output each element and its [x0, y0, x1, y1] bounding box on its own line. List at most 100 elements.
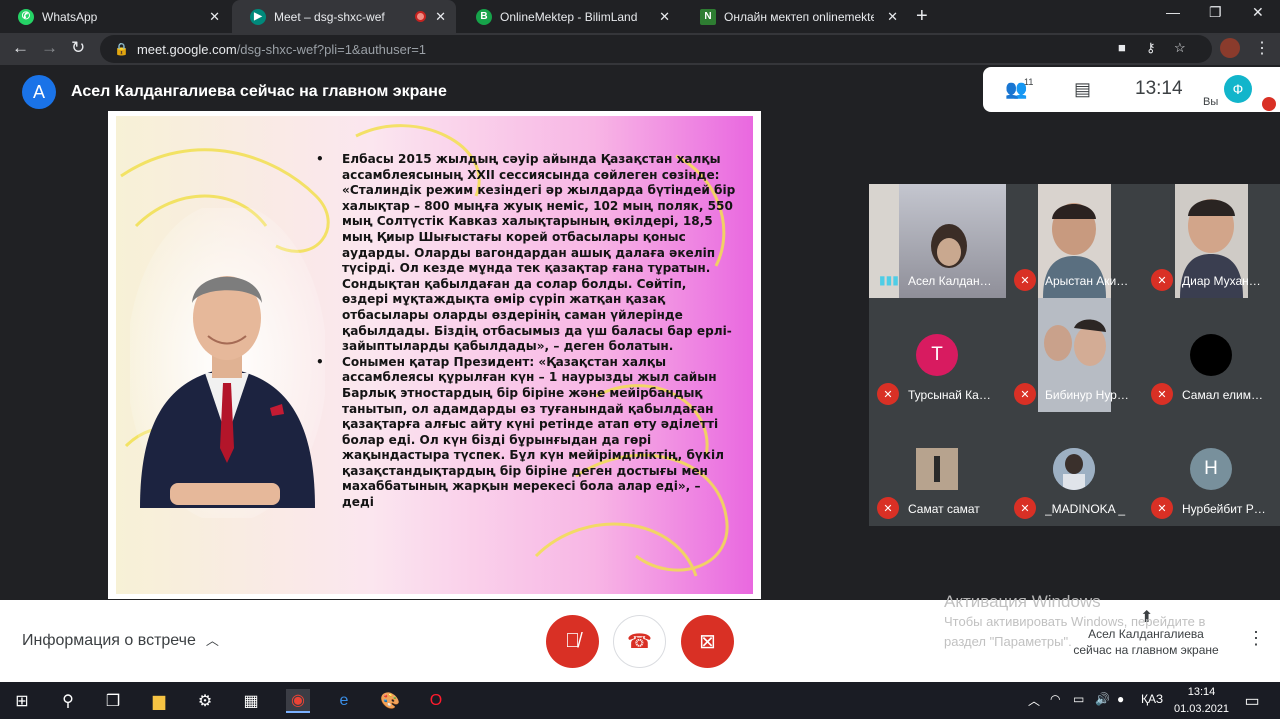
- tray-chevron-up-icon[interactable]: ︿: [1028, 692, 1040, 709]
- lock-icon: 🔒: [114, 42, 129, 56]
- tab-title: OnlineMektep - BilimLand: [500, 9, 638, 24]
- profile-avatar[interactable]: [1220, 38, 1240, 58]
- muted-mic-icon: ✕: [1014, 269, 1036, 291]
- language-indicator[interactable]: ҚАЗ: [1141, 692, 1163, 706]
- self-label: Вы: [1203, 96, 1219, 108]
- battery-icon[interactable]: ▭: [1073, 692, 1084, 706]
- participant-grid: ▮▮▮ Асел Калдан… ✕ Арыстан Аки… ✕ Диар М…: [869, 184, 1280, 526]
- speaking-icon: ▮▮▮: [879, 273, 899, 287]
- participant-tile[interactable]: ✕ _MADINOKA _: [1006, 412, 1143, 526]
- n-icon: N: [700, 8, 716, 25]
- muted-mic-icon: ✕: [1014, 383, 1036, 405]
- watermark-title: Активация Windows: [944, 592, 1101, 611]
- star-icon[interactable]: ☆: [1174, 40, 1186, 56]
- settings-gear-icon[interactable]: ⚙: [193, 689, 217, 713]
- more-vert-icon[interactable]: ⋮: [1254, 38, 1270, 58]
- task-view-icon[interactable]: ❒: [101, 689, 125, 713]
- close-tab-icon[interactable]: ✕: [435, 9, 446, 25]
- maximize-icon[interactable]: ❐: [1209, 4, 1222, 21]
- edge-icon[interactable]: e: [332, 689, 356, 713]
- tab-whatsapp[interactable]: ✆ WhatsApp ✕: [0, 0, 230, 33]
- self-muted-icon: [1262, 97, 1276, 111]
- slide-bullets: Елбасы 2015 жылдың сәуір айында Қазақста…: [316, 152, 736, 511]
- search-icon[interactable]: ⚲: [56, 689, 80, 713]
- hang-up-icon: ☎: [627, 631, 652, 653]
- windows-activation-watermark: Активация Windows Чтобы активировать Win…: [944, 592, 1205, 652]
- participant-tile[interactable]: Т ✕ Турсынай Ка…: [869, 298, 1006, 412]
- close-window-icon[interactable]: ✕: [1252, 4, 1264, 21]
- participant-tile[interactable]: ▮▮▮ Асел Калдан…: [869, 184, 1006, 298]
- more-options-icon[interactable]: ⋮: [1247, 628, 1265, 649]
- meeting-time: 13:14: [1135, 78, 1183, 99]
- meet-icon: ▶: [250, 8, 266, 25]
- tab-title: WhatsApp: [42, 9, 98, 24]
- self-avatar[interactable]: Ф: [1224, 75, 1252, 103]
- leave-call-button[interactable]: ☎: [613, 615, 666, 668]
- tab-meet[interactable]: ▶ Meet – dsg-shxc-wef ✕: [232, 0, 456, 33]
- presentation-slide: Елбасы 2015 жылдың сәуір айында Қазақста…: [116, 116, 753, 594]
- watermark-line-1: Чтобы активировать Windows, перейдите в: [944, 614, 1206, 629]
- chrome-icon[interactable]: ◉: [286, 689, 310, 713]
- tab-bilimland[interactable]: B OnlineMektep - BilimLand ✕: [458, 0, 680, 33]
- key-icon[interactable]: ⚷: [1146, 40, 1156, 56]
- camera-off-icon: ⊠: [699, 631, 716, 653]
- new-tab-icon[interactable]: +: [916, 5, 928, 28]
- participant-avatar: Т: [916, 334, 958, 376]
- minimize-icon[interactable]: —: [1166, 4, 1180, 20]
- tab-title: Онлайн мектеп onlinemektep |: [724, 9, 874, 24]
- back-icon[interactable]: ←: [12, 38, 29, 58]
- url-host: meet.google.com: [136, 41, 237, 57]
- close-tab-icon[interactable]: ✕: [209, 9, 220, 25]
- participant-name: _MADINOKA _: [1045, 502, 1126, 516]
- whatsapp-icon: ✆: [18, 8, 34, 25]
- participant-name: Самат самат: [908, 502, 980, 516]
- store-icon[interactable]: ▦: [239, 689, 263, 713]
- close-tab-icon[interactable]: ✕: [887, 9, 898, 25]
- muted-mic-icon: ✕: [1014, 497, 1036, 519]
- camera-toggle-button[interactable]: ⊠: [681, 615, 734, 668]
- system-clock[interactable]: 13:14 01.03.2021: [1174, 684, 1229, 718]
- tab-onlinemektep[interactable]: N Онлайн мектеп onlinemektep | ✕: [682, 0, 908, 33]
- presenter-avatar: A: [22, 75, 56, 109]
- participant-tile[interactable]: Н ✕ Нурбейбит Р…: [1143, 412, 1280, 526]
- meeting-info-button[interactable]: Информация о встрече ︿: [22, 630, 219, 650]
- bilimland-icon: B: [476, 8, 492, 25]
- antivirus-icon[interactable]: ●: [1117, 692, 1124, 706]
- participant-avatar: [1190, 334, 1232, 376]
- shared-screen: Елбасы 2015 жылдың сәуір айында Қазақста…: [108, 111, 761, 599]
- muted-mic-icon: ✕: [1151, 497, 1173, 519]
- participant-tile[interactable]: ✕ Диар Мухан…: [1143, 184, 1280, 298]
- paint-icon[interactable]: 🎨: [378, 689, 402, 713]
- file-explorer-icon[interactable]: ▆: [147, 689, 171, 713]
- address-bar[interactable]: 🔒 meet.google.com/dsg-shxc-wef?pli=1&aut…: [100, 35, 1212, 63]
- slide-bullet: Елбасы 2015 жылдың сәуір айында Қазақста…: [316, 152, 736, 355]
- participant-count: 11: [1024, 77, 1034, 87]
- windows-start-icon[interactable]: ⊞: [10, 689, 34, 713]
- participant-tile[interactable]: ✕ Самат самат: [869, 412, 1006, 526]
- muted-mic-icon: ✕: [1151, 383, 1173, 405]
- url-path: /dsg-shxc-wef?pli=1&authuser=1: [236, 41, 427, 57]
- participant-tile[interactable]: ✕ Арыстан Аки…: [1006, 184, 1143, 298]
- participant-tile[interactable]: ✕ Самал елим…: [1143, 298, 1280, 412]
- participant-photo: [916, 448, 958, 490]
- forward-icon[interactable]: →: [41, 38, 58, 58]
- network-icon[interactable]: ◠: [1050, 692, 1060, 706]
- recording-indicator-icon: [415, 11, 426, 22]
- participant-name: Асел Калдан…: [908, 274, 992, 288]
- participant-tile[interactable]: ✕ Бибинур Нур…: [1006, 298, 1143, 412]
- volume-icon[interactable]: 🔊: [1095, 692, 1110, 706]
- opera-icon[interactable]: O: [424, 689, 448, 713]
- notifications-icon[interactable]: ▭: [1240, 689, 1264, 713]
- close-tab-icon[interactable]: ✕: [659, 9, 670, 25]
- mic-toggle-button[interactable]: 🎙̸: [546, 615, 599, 668]
- reload-icon[interactable]: ↻: [71, 38, 85, 58]
- tab-title: Meet – dsg-shxc-wef: [274, 9, 385, 24]
- meeting-info-label: Информация о встрече: [22, 632, 196, 649]
- muted-mic-icon: ✕: [1151, 269, 1173, 291]
- chat-icon[interactable]: ▤: [1074, 79, 1091, 100]
- windows-taskbar: ⊞ ⚲ ❒ ▆ ⚙ ▦ ◉ e 🎨 O ︿ ◠ ▭ 🔊 ● ҚАЗ 13:14 …: [0, 682, 1280, 719]
- participant-name: Бибинур Нур…: [1045, 388, 1129, 402]
- participant-avatar: Н: [1190, 448, 1232, 490]
- camera-icon[interactable]: ■: [1118, 40, 1126, 55]
- muted-mic-icon: ✕: [877, 383, 899, 405]
